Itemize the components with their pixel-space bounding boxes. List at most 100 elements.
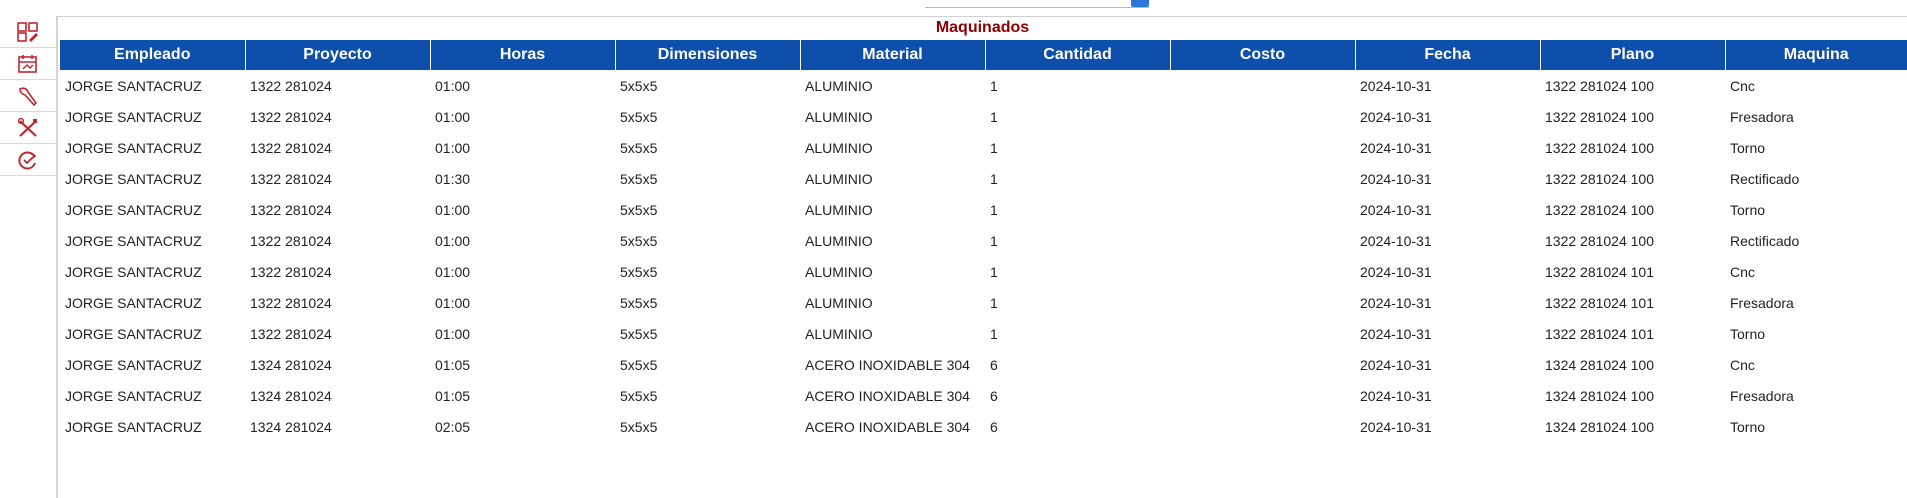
top-search-field[interactable] xyxy=(925,0,1149,8)
cell-proyecto: 1324 281024 xyxy=(250,418,332,435)
column-header-dimensiones[interactable]: Dimensiones xyxy=(615,40,801,70)
cell-maquina: Torno xyxy=(1730,201,1766,218)
cell-plano: 1324 281024 100 xyxy=(1545,387,1654,404)
column-header-fecha[interactable]: Fecha xyxy=(1355,40,1541,70)
cell-proyecto: 1322 281024 xyxy=(250,108,332,125)
cell-dimensiones: 5x5x5 xyxy=(620,139,658,156)
sidebar-item-calendar[interactable] xyxy=(0,48,56,80)
cell-fecha: 2024-10-31 xyxy=(1360,77,1432,94)
section-title: Maquinados xyxy=(935,19,1030,36)
cell-plano: 1322 281024 100 xyxy=(1545,108,1654,125)
column-header-cantidad[interactable]: Cantidad xyxy=(985,40,1171,70)
column-header-horas[interactable]: Horas xyxy=(430,40,616,70)
cell-maquina: Torno xyxy=(1730,418,1766,435)
table-row[interactable]: JORGE SANTACRUZ 1322 281024 01:00 5x5x5 ALUM… xyxy=(60,132,1907,163)
cell-dimensiones: 5x5x5 xyxy=(620,387,658,404)
table-row[interactable]: JORGE SANTACRUZ 1324 281024 01:05 5x5x5 ACER… xyxy=(60,380,1907,411)
cell-horas: 01:00 xyxy=(435,77,471,94)
column-header-empleado[interactable]: Empleado xyxy=(60,40,246,70)
cell-empleado: JORGE SANTACRUZ xyxy=(65,387,202,404)
cell-fecha: 2024-10-31 xyxy=(1360,356,1432,373)
sidebar-item-tools[interactable] xyxy=(0,80,56,112)
cell-costo xyxy=(1170,194,1355,225)
sidebar-item-dashboard[interactable] xyxy=(0,16,56,48)
column-header-material[interactable]: Material xyxy=(800,40,986,70)
cell-plano: 1322 281024 101 xyxy=(1545,325,1654,342)
cell-plano: 1322 281024 101 xyxy=(1545,294,1654,311)
cell-cantidad: 6 xyxy=(990,418,998,435)
cell-maquina: Cnc xyxy=(1730,356,1755,373)
cell-cantidad: 1 xyxy=(990,108,998,125)
column-header-costo[interactable]: Costo xyxy=(1170,40,1356,70)
cell-proyecto: 1322 281024 xyxy=(250,139,332,156)
cell-empleado: JORGE SANTACRUZ xyxy=(65,108,202,125)
sidebar-item-maintenance[interactable] xyxy=(0,112,56,144)
top-toolbar xyxy=(0,0,1907,16)
table-row[interactable]: JORGE SANTACRUZ 1324 281024 01:05 5x5x5 ACER… xyxy=(60,349,1907,380)
cell-proyecto: 1324 281024 xyxy=(250,356,332,373)
cell-costo xyxy=(1170,101,1355,132)
table-row[interactable]: JORGE SANTACRUZ 1322 281024 01:00 5x5x5 ALUM… xyxy=(60,318,1907,349)
table-row[interactable]: JORGE SANTACRUZ 1322 281024 01:00 5x5x5 ALUM… xyxy=(60,225,1907,256)
cell-proyecto: 1324 281024 xyxy=(250,387,332,404)
table-row[interactable]: JORGE SANTACRUZ 1322 281024 01:00 5x5x5 ALUM… xyxy=(60,256,1907,287)
cell-maquina: Fresadora xyxy=(1730,294,1794,311)
table-row[interactable]: JORGE SANTACRUZ 1322 281024 01:00 5x5x5 ALUM… xyxy=(60,287,1907,318)
cell-fecha: 2024-10-31 xyxy=(1360,418,1432,435)
cell-costo xyxy=(1170,70,1355,101)
cell-material: ACERO INOXIDABLE 304 xyxy=(805,356,970,373)
cell-plano: 1322 281024 100 xyxy=(1545,77,1654,94)
table-row[interactable]: JORGE SANTACRUZ 1324 281024 02:05 5x5x5 ACER… xyxy=(60,411,1907,442)
cell-empleado: JORGE SANTACRUZ xyxy=(65,170,202,187)
cell-cantidad: 1 xyxy=(990,139,998,156)
cell-proyecto: 1322 281024 xyxy=(250,294,332,311)
cell-empleado: JORGE SANTACRUZ xyxy=(65,139,202,156)
cell-fecha: 2024-10-31 xyxy=(1360,325,1432,342)
cell-material: ALUMINIO xyxy=(805,263,873,280)
cell-plano: 1322 281024 101 xyxy=(1545,263,1654,280)
cell-cantidad: 1 xyxy=(990,325,998,342)
column-header-maquina[interactable]: Maquina xyxy=(1725,40,1907,70)
table-row[interactable]: JORGE SANTACRUZ 1322 281024 01:00 5x5x5 ALUM… xyxy=(60,70,1907,101)
cell-fecha: 2024-10-31 xyxy=(1360,139,1432,156)
table-row[interactable]: JORGE SANTACRUZ 1322 281024 01:00 5x5x5 ALUM… xyxy=(60,194,1907,225)
cell-cantidad: 1 xyxy=(990,201,998,218)
table-body: JORGE SANTACRUZ 1322 281024 01:00 5x5x5 ALUM… xyxy=(60,70,1907,442)
cell-maquina: Cnc xyxy=(1730,77,1755,94)
cell-costo xyxy=(1170,225,1355,256)
cell-material: ALUMINIO xyxy=(805,201,873,218)
cell-costo xyxy=(1170,380,1355,411)
cell-horas: 01:00 xyxy=(435,263,471,280)
refresh-check-icon xyxy=(17,150,39,170)
cell-empleado: JORGE SANTACRUZ xyxy=(65,201,202,218)
cell-dimensiones: 5x5x5 xyxy=(620,201,658,218)
cell-dimensiones: 5x5x5 xyxy=(620,325,658,342)
cell-maquina: Cnc xyxy=(1730,263,1755,280)
cell-cantidad: 1 xyxy=(990,170,998,187)
cell-dimensiones: 5x5x5 xyxy=(620,263,658,280)
top-field-dropdown-button[interactable] xyxy=(1131,0,1149,7)
cell-maquina: Fresadora xyxy=(1730,387,1794,404)
column-header-plano[interactable]: Plano xyxy=(1540,40,1726,70)
cell-proyecto: 1322 281024 xyxy=(250,77,332,94)
cell-dimensiones: 5x5x5 xyxy=(620,356,658,373)
cell-proyecto: 1322 281024 xyxy=(250,170,332,187)
cell-material: ALUMINIO xyxy=(805,294,873,311)
cell-dimensiones: 5x5x5 xyxy=(620,108,658,125)
column-header-proyecto[interactable]: Proyecto xyxy=(245,40,431,70)
table-row[interactable]: JORGE SANTACRUZ 1322 281024 01:30 5x5x5 ALUM… xyxy=(60,163,1907,194)
cell-plano: 1324 281024 100 xyxy=(1545,356,1654,373)
table-row[interactable]: JORGE SANTACRUZ 1322 281024 01:00 5x5x5 ALUM… xyxy=(60,101,1907,132)
cell-maquina: Torno xyxy=(1730,325,1766,342)
cell-proyecto: 1322 281024 xyxy=(250,201,332,218)
cell-fecha: 2024-10-31 xyxy=(1360,232,1432,249)
cell-horas: 01:05 xyxy=(435,387,471,404)
cell-material: ALUMINIO xyxy=(805,139,873,156)
cell-horas: 01:05 xyxy=(435,356,471,373)
cell-fecha: 2024-10-31 xyxy=(1360,294,1432,311)
cell-fecha: 2024-10-31 xyxy=(1360,387,1432,404)
sidebar-item-refresh[interactable] xyxy=(0,144,56,176)
cell-dimensiones: 5x5x5 xyxy=(620,418,658,435)
cell-costo xyxy=(1170,163,1355,194)
cell-proyecto: 1322 281024 xyxy=(250,263,332,280)
